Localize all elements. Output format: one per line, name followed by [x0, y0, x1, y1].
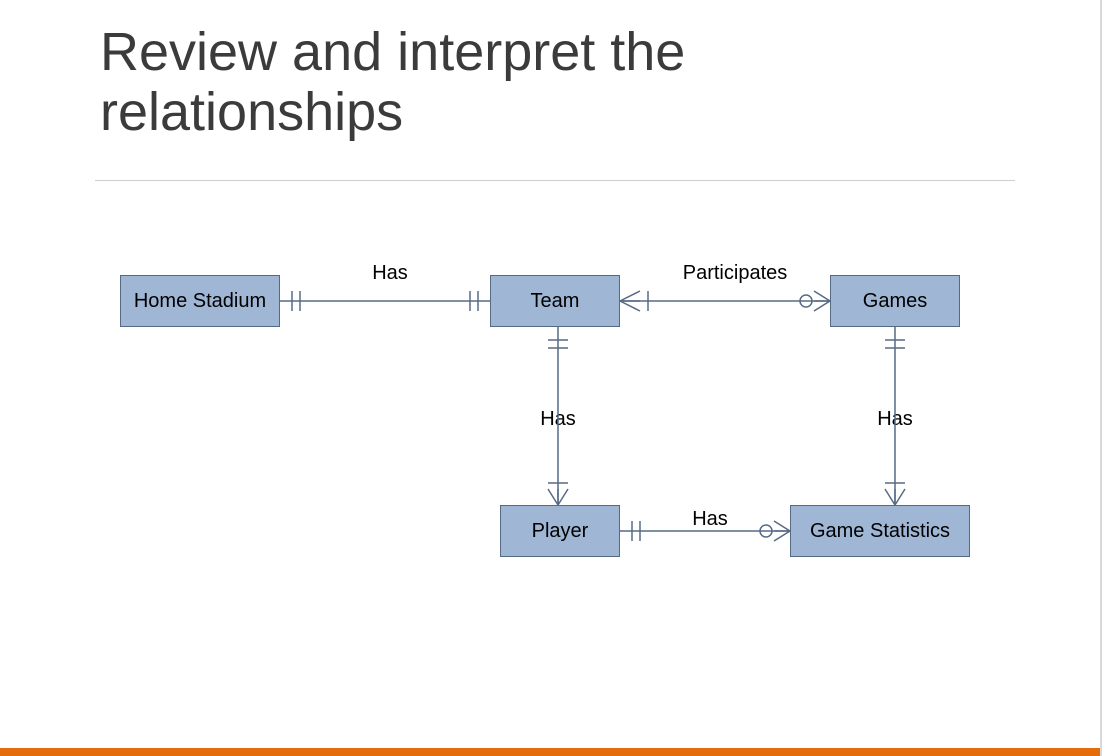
slide-title: Review and interpret the relationships — [100, 22, 1000, 143]
entity-player: Player — [500, 505, 620, 557]
rel-label-participates: Participates — [670, 262, 800, 285]
entity-team: Team — [490, 275, 620, 327]
edge-stadium-team — [280, 291, 490, 311]
edge-player-stats — [620, 521, 790, 541]
entity-label: Home Stadium — [134, 290, 266, 313]
accent-bar — [0, 748, 1100, 756]
entity-home-stadium: Home Stadium — [120, 275, 280, 327]
rel-label-has-team-player: Has — [528, 408, 588, 431]
edge-team-player — [548, 327, 568, 505]
entity-game-statistics: Game Statistics — [790, 505, 970, 557]
slide: Review and interpret the relationships H… — [0, 0, 1102, 756]
title-underline — [95, 180, 1015, 181]
rel-label-has-stadium-team: Has — [360, 262, 420, 285]
edge-games-stats — [885, 327, 905, 505]
entity-games: Games — [830, 275, 960, 327]
entity-label: Game Statistics — [810, 520, 950, 543]
rel-label-has-player-stats: Has — [680, 508, 740, 531]
entity-label: Team — [531, 290, 580, 313]
edge-team-games — [620, 291, 830, 311]
entity-label: Player — [532, 520, 589, 543]
entity-label: Games — [863, 290, 927, 313]
rel-label-has-games-stats: Has — [865, 408, 925, 431]
